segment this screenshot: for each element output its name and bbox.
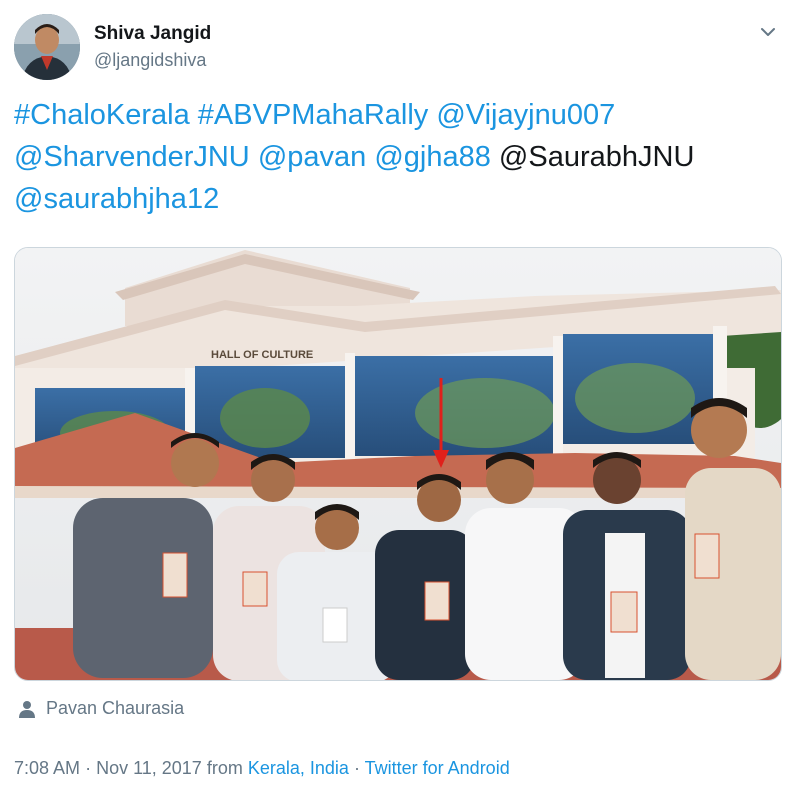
group-photo: HALL OF CULTURE <box>15 248 781 680</box>
source-link[interactable]: Twitter for Android <box>365 758 510 778</box>
tweet-meta: 7:08 AM · Nov 11, 2017 from Kerala, Indi… <box>14 758 510 779</box>
avatar-image <box>14 14 80 80</box>
mention-link[interactable]: @pavan <box>258 141 366 173</box>
author-name[interactable]: Shiva Jangid <box>94 23 211 45</box>
author-handle[interactable]: @ljangidshiva <box>94 50 206 71</box>
from-label: from <box>206 758 243 778</box>
chevron-down-icon[interactable] <box>758 22 778 42</box>
meta-separator: · <box>85 758 92 778</box>
meta-separator: · <box>353 758 360 778</box>
person-icon <box>19 700 35 718</box>
mention-link[interactable]: @saurabhjha12 <box>14 183 219 215</box>
mention-link[interactable]: @gjha88 <box>374 141 491 173</box>
photo-credit: Pavan Chaurasia <box>18 698 184 719</box>
tweet-photo[interactable]: HALL OF CULTURE <box>14 247 782 681</box>
hashtag-link[interactable]: #ABVPMahaRally <box>198 99 429 131</box>
plain-mention-text: @SaurabhJNU <box>490 141 695 173</box>
mention-link[interactable]: @SharvenderJNU <box>14 141 250 173</box>
tweet-text: #ChaloKerala #ABVPMahaRally @Vijayjnu007… <box>14 94 774 220</box>
mention-link[interactable]: @Vijayjnu007 <box>436 99 615 131</box>
location-link[interactable]: Kerala, India <box>248 758 349 778</box>
tweet-header: Shiva Jangid @ljangidshiva <box>14 14 780 84</box>
tweet-space <box>250 141 258 173</box>
avatar[interactable] <box>14 14 80 80</box>
hashtag-link[interactable]: #ChaloKerala <box>14 99 190 131</box>
photo-credit-name[interactable]: Pavan Chaurasia <box>46 698 184 719</box>
tweet-date[interactable]: Nov 11, 2017 <box>96 758 202 778</box>
tweet-time[interactable]: 7:08 AM <box>14 758 80 778</box>
tweet-space <box>190 99 198 131</box>
building-sign: HALL OF CULTURE <box>211 349 313 361</box>
